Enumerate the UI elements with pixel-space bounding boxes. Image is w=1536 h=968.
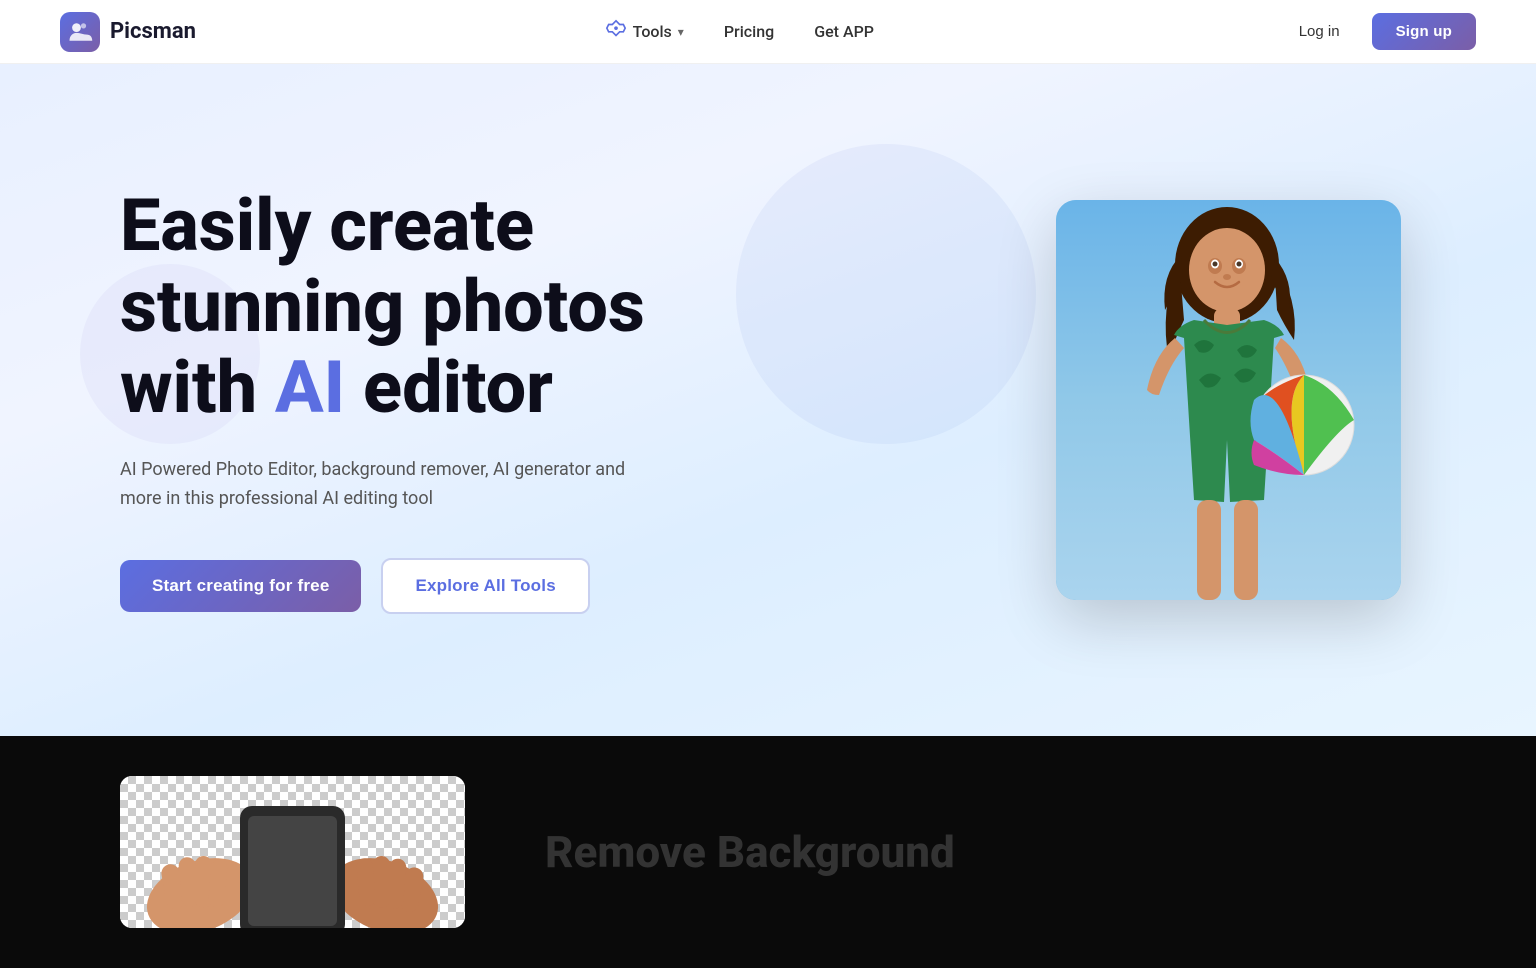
hero-woman-image [1079, 200, 1379, 600]
hero-title-part2: editor [345, 345, 553, 430]
logo[interactable]: Picsman [60, 12, 196, 52]
remove-bg-text-area: Remove Background [545, 826, 955, 878]
nav-get-app[interactable]: Get APP [814, 22, 874, 41]
tools-icon [605, 19, 627, 45]
hero-title: Easily createstunning photoswith AI edit… [120, 186, 820, 428]
hands-image [120, 776, 465, 928]
nav-pricing[interactable]: Pricing [724, 22, 774, 41]
remove-bg-title: Remove Background [545, 826, 955, 878]
hero-content: Easily createstunning photoswith AI edit… [120, 186, 820, 613]
nav-center: Tools ▾ Pricing Get APP [605, 19, 874, 45]
signup-button[interactable]: Sign up [1372, 13, 1476, 50]
logo-icon [60, 12, 100, 52]
get-app-label: Get APP [814, 22, 874, 41]
bottom-section: Remove Background [0, 736, 1536, 968]
hero-photo-frame [1056, 200, 1401, 600]
chevron-down-icon: ▾ [678, 25, 684, 39]
hero-buttons: Start creating for free Explore All Tool… [120, 558, 820, 614]
hero-subtitle: AI Powered Photo Editor, background remo… [120, 456, 640, 514]
explore-tools-button[interactable]: Explore All Tools [381, 558, 589, 614]
hero-image-area [1056, 200, 1416, 600]
login-button[interactable]: Log in [1283, 15, 1356, 48]
tools-label: Tools [633, 22, 672, 41]
hero-title-ai: AI [275, 345, 345, 430]
navbar: Picsman Tools ▾ Pricing Get APP Log in S… [0, 0, 1536, 64]
logo-text: Picsman [110, 19, 196, 44]
nav-tools[interactable]: Tools ▾ [605, 19, 684, 45]
pricing-label: Pricing [724, 22, 774, 41]
start-creating-button[interactable]: Start creating for free [120, 560, 361, 612]
remove-bg-preview [120, 776, 465, 928]
nav-right: Log in Sign up [1283, 13, 1476, 50]
hero-section: Easily createstunning photoswith AI edit… [0, 64, 1536, 736]
